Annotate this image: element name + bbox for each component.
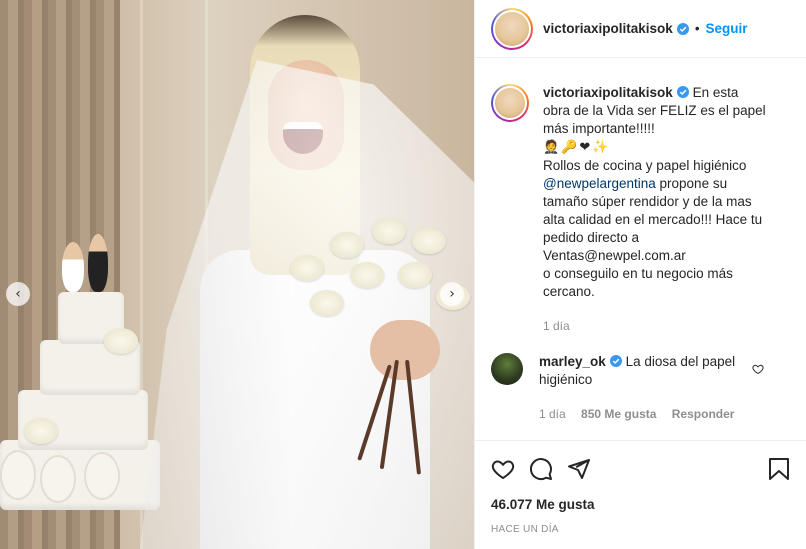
caption-comment: victoriaxipolitakisok En esta obra de la… (491, 84, 790, 335)
bouquet-flower (310, 290, 344, 316)
caption-email: Ventas@newpel.com.ar (543, 248, 686, 263)
bouquet-flower (330, 232, 364, 258)
share-paper-plane-icon[interactable] (567, 457, 591, 481)
caption-text-line5: o conseguilo en tu negocio más cercano. (543, 266, 733, 299)
post-side-panel: victoriaxipolitakisok • Seguir victoriax… (474, 0, 806, 549)
bouquet-flower (290, 255, 324, 281)
save-bookmark-icon[interactable] (768, 457, 790, 481)
like-heart-icon[interactable] (491, 457, 515, 481)
author-username[interactable]: victoriaxipolitakisok (543, 21, 673, 36)
carousel-prev-button[interactable]: ‹ (6, 282, 30, 306)
paper-roll (84, 452, 120, 500)
verified-badge-icon (676, 22, 689, 35)
cake-flower (24, 418, 58, 444)
caption-username[interactable]: victoriaxipolitakisok (543, 85, 673, 100)
caption-time[interactable]: 1 día (543, 319, 570, 333)
follow-button[interactable]: Seguir (706, 21, 748, 36)
verified-badge-icon (609, 355, 622, 367)
like-comment-heart-icon[interactable] (752, 363, 764, 375)
cake-flower (104, 328, 138, 354)
avatar-image (493, 9, 531, 48)
comment-bubble-icon[interactable] (529, 457, 553, 481)
caption-author-avatar[interactable] (491, 84, 529, 122)
reply-meta: 1 día 850 Me gusta Responder (539, 405, 769, 423)
carousel-next-button[interactable]: › (440, 282, 464, 306)
post-header: victoriaxipolitakisok • Seguir (475, 0, 806, 58)
caption-emojis: 🤵🔑❤✨ (543, 140, 611, 155)
reply-body: marley_ok La diosa del papel higiénico 1… (539, 353, 769, 423)
avatar-image (493, 86, 527, 120)
action-buttons-row (491, 455, 790, 483)
bouquet-flower (350, 262, 384, 288)
comments-section: victoriaxipolitakisok En esta obra de la… (475, 70, 806, 440)
bouquet-flower (398, 262, 432, 288)
author-avatar[interactable] (491, 7, 533, 50)
reply-time[interactable]: 1 día (539, 407, 566, 421)
post-actions: 46.077 Me gusta HACE UN DÍA (475, 440, 806, 535)
reply-comment: marley_ok La diosa del papel higiénico 1… (491, 353, 790, 423)
caption-meta: 1 día (543, 317, 768, 335)
like-count[interactable]: 46.077 Me gusta (491, 497, 790, 512)
post-date[interactable]: HACE UN DÍA (491, 524, 790, 535)
post-photo[interactable]: ‹ › (0, 0, 474, 549)
verified-badge-icon (676, 86, 689, 98)
mention-link[interactable]: @newpelargentina (543, 176, 656, 191)
reply-button[interactable]: Responder (672, 407, 735, 421)
bridal-veil (140, 60, 474, 549)
reply-username[interactable]: marley_ok (539, 354, 606, 369)
bouquet-flower (412, 228, 446, 254)
bride-arm (370, 320, 440, 380)
caption-body: victoriaxipolitakisok En esta obra de la… (543, 84, 768, 335)
separator-dot: • (694, 21, 700, 36)
instagram-post: ‹ › victoriaxipolitakisok • Seguir victo… (0, 0, 806, 549)
reply-author-avatar[interactable] (491, 353, 523, 385)
cake-topper-groom (88, 234, 108, 292)
paper-roll (40, 455, 76, 503)
bouquet-flower (372, 218, 406, 244)
paper-roll (0, 450, 36, 500)
caption-text-line2: Rollos de cocina y papel higiénico (543, 158, 747, 173)
reply-likes[interactable]: 850 Me gusta (581, 407, 656, 421)
cake-topper-bride (62, 242, 84, 292)
